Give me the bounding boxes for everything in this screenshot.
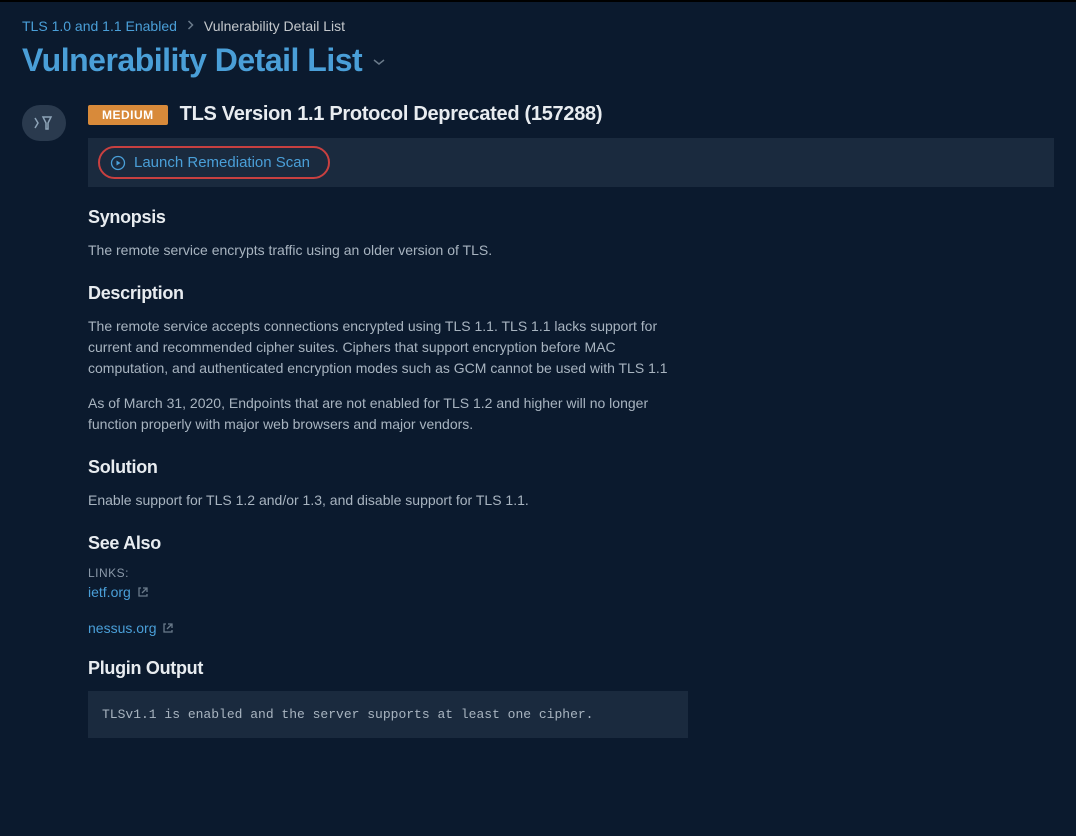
external-link-nessus[interactable]: nessus.org	[88, 620, 698, 636]
external-link-icon	[137, 586, 149, 598]
page-title: Vulnerability Detail List	[22, 42, 362, 79]
vulnerability-title: TLS Version 1.1 Protocol Deprecated (157…	[180, 103, 603, 126]
breadcrumb-parent-link[interactable]: TLS 1.0 and 1.1 Enabled	[22, 18, 177, 34]
chevron-right-icon	[187, 20, 194, 33]
synopsis-heading: Synopsis	[88, 207, 698, 228]
action-bar: Launch Remediation Scan	[88, 138, 1054, 187]
description-text-1: The remote service accepts connections e…	[88, 316, 698, 379]
link-text: ietf.org	[88, 584, 131, 600]
solution-text: Enable support for TLS 1.2 and/or 1.3, a…	[88, 490, 698, 511]
severity-badge: MEDIUM	[88, 105, 168, 125]
external-link-ietf[interactable]: ietf.org	[88, 584, 698, 600]
external-link-icon	[162, 622, 174, 634]
link-text: nessus.org	[88, 620, 156, 636]
chevron-down-icon[interactable]	[372, 53, 386, 69]
breadcrumb-current: Vulnerability Detail List	[204, 18, 345, 34]
description-heading: Description	[88, 283, 698, 304]
description-text-2: As of March 31, 2020, Endpoints that are…	[88, 393, 698, 435]
links-label: LINKS:	[88, 566, 698, 580]
filter-button[interactable]	[22, 105, 66, 141]
launch-button-label: Launch Remediation Scan	[134, 154, 310, 171]
breadcrumb: TLS 1.0 and 1.1 Enabled Vulnerability De…	[22, 18, 1054, 34]
see-also-heading: See Also	[88, 533, 698, 554]
plugin-output-heading: Plugin Output	[88, 658, 698, 679]
launch-remediation-button[interactable]: Launch Remediation Scan	[98, 146, 330, 179]
plugin-output-box: TLSv1.1 is enabled and the server suppor…	[88, 691, 688, 738]
synopsis-text: The remote service encrypts traffic usin…	[88, 240, 698, 261]
solution-heading: Solution	[88, 457, 698, 478]
